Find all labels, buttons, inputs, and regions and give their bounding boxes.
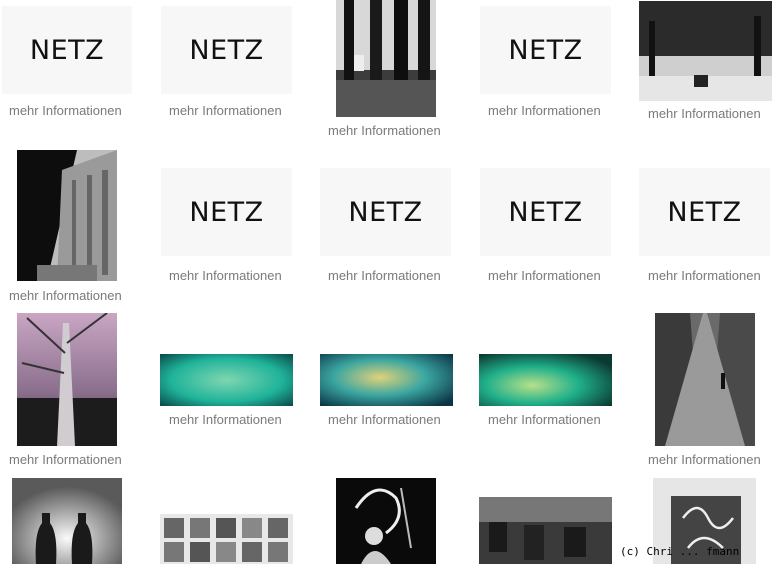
netz-logo-text: NETZ [348, 196, 423, 228]
netz-logo-text: NETZ [189, 34, 264, 66]
caption-link[interactable]: mehr Informationen [328, 412, 441, 427]
netz-logo-text: NETZ [508, 34, 583, 66]
photo-abstract-figure[interactable] [336, 478, 436, 564]
photo-street-group[interactable] [479, 497, 612, 564]
thumbnail-netz[interactable]: NETZ [639, 168, 770, 256]
thumbnail-netz[interactable]: NETZ [480, 168, 611, 256]
photo-park-dog-trees[interactable] [336, 0, 436, 117]
caption-link[interactable]: mehr Informationen [9, 452, 122, 467]
photo-water-green-1[interactable] [160, 354, 293, 406]
photo-vases[interactable] [12, 478, 122, 564]
caption-link[interactable]: mehr Informationen [488, 268, 601, 283]
photo-tree-pink-sky-image [17, 313, 117, 446]
photo-tree-pink-sky[interactable] [17, 313, 117, 446]
thumbnail-netz[interactable]: NETZ [320, 168, 451, 256]
caption-link[interactable]: mehr Informationen [9, 103, 122, 118]
netz-logo-text: NETZ [29, 34, 105, 66]
caption-link[interactable]: mehr Informationen [648, 452, 761, 467]
photo-water-green-3-image [479, 354, 612, 406]
netz-logo-text: NETZ [189, 196, 264, 228]
caption-link[interactable]: mehr Informationen [488, 412, 601, 427]
caption-link[interactable]: mehr Informationen [328, 268, 441, 283]
caption-link[interactable]: mehr Informationen [648, 106, 761, 121]
photo-water-green-2[interactable] [320, 354, 453, 406]
photo-vases-image [12, 478, 122, 564]
photo-colonnade-image [17, 150, 117, 281]
copyright-notice: (c) Chri ... fmann [620, 545, 740, 558]
thumbnail-netz[interactable]: NETZ [161, 168, 292, 256]
netz-logo-text: NETZ [667, 196, 742, 228]
netz-logo-text: NETZ [508, 196, 583, 228]
caption-link[interactable]: mehr Informationen [169, 268, 282, 283]
photo-water-green-3[interactable] [479, 354, 612, 406]
photo-bridge-walker-image [655, 313, 755, 446]
photo-portrait-grid-image [160, 514, 293, 564]
caption-link[interactable]: mehr Informationen [328, 123, 441, 138]
photo-water-green-1-image [160, 354, 293, 406]
thumbnail-netz[interactable]: NETZ [480, 6, 611, 94]
photo-water-green-2-image [320, 354, 453, 406]
photo-street-group-image [479, 497, 612, 564]
caption-link[interactable]: mehr Informationen [648, 268, 761, 283]
thumbnail-netz[interactable]: NETZ [161, 6, 292, 94]
caption-link[interactable]: mehr Informationen [169, 103, 282, 118]
photo-colonnade[interactable] [17, 150, 117, 281]
caption-link[interactable]: mehr Informationen [488, 103, 601, 118]
caption-link[interactable]: mehr Informationen [169, 412, 282, 427]
caption-link[interactable]: mehr Informationen [9, 288, 122, 303]
photo-park-chair[interactable] [639, 1, 772, 101]
photo-park-dog-trees-image [336, 0, 436, 117]
thumbnail-netz[interactable]: NETZ [2, 6, 132, 94]
photo-portrait-grid[interactable] [160, 514, 293, 564]
photo-abstract-figure-image [336, 478, 436, 564]
photo-park-chair-image [639, 1, 772, 101]
photo-bridge-walker[interactable] [655, 313, 755, 446]
